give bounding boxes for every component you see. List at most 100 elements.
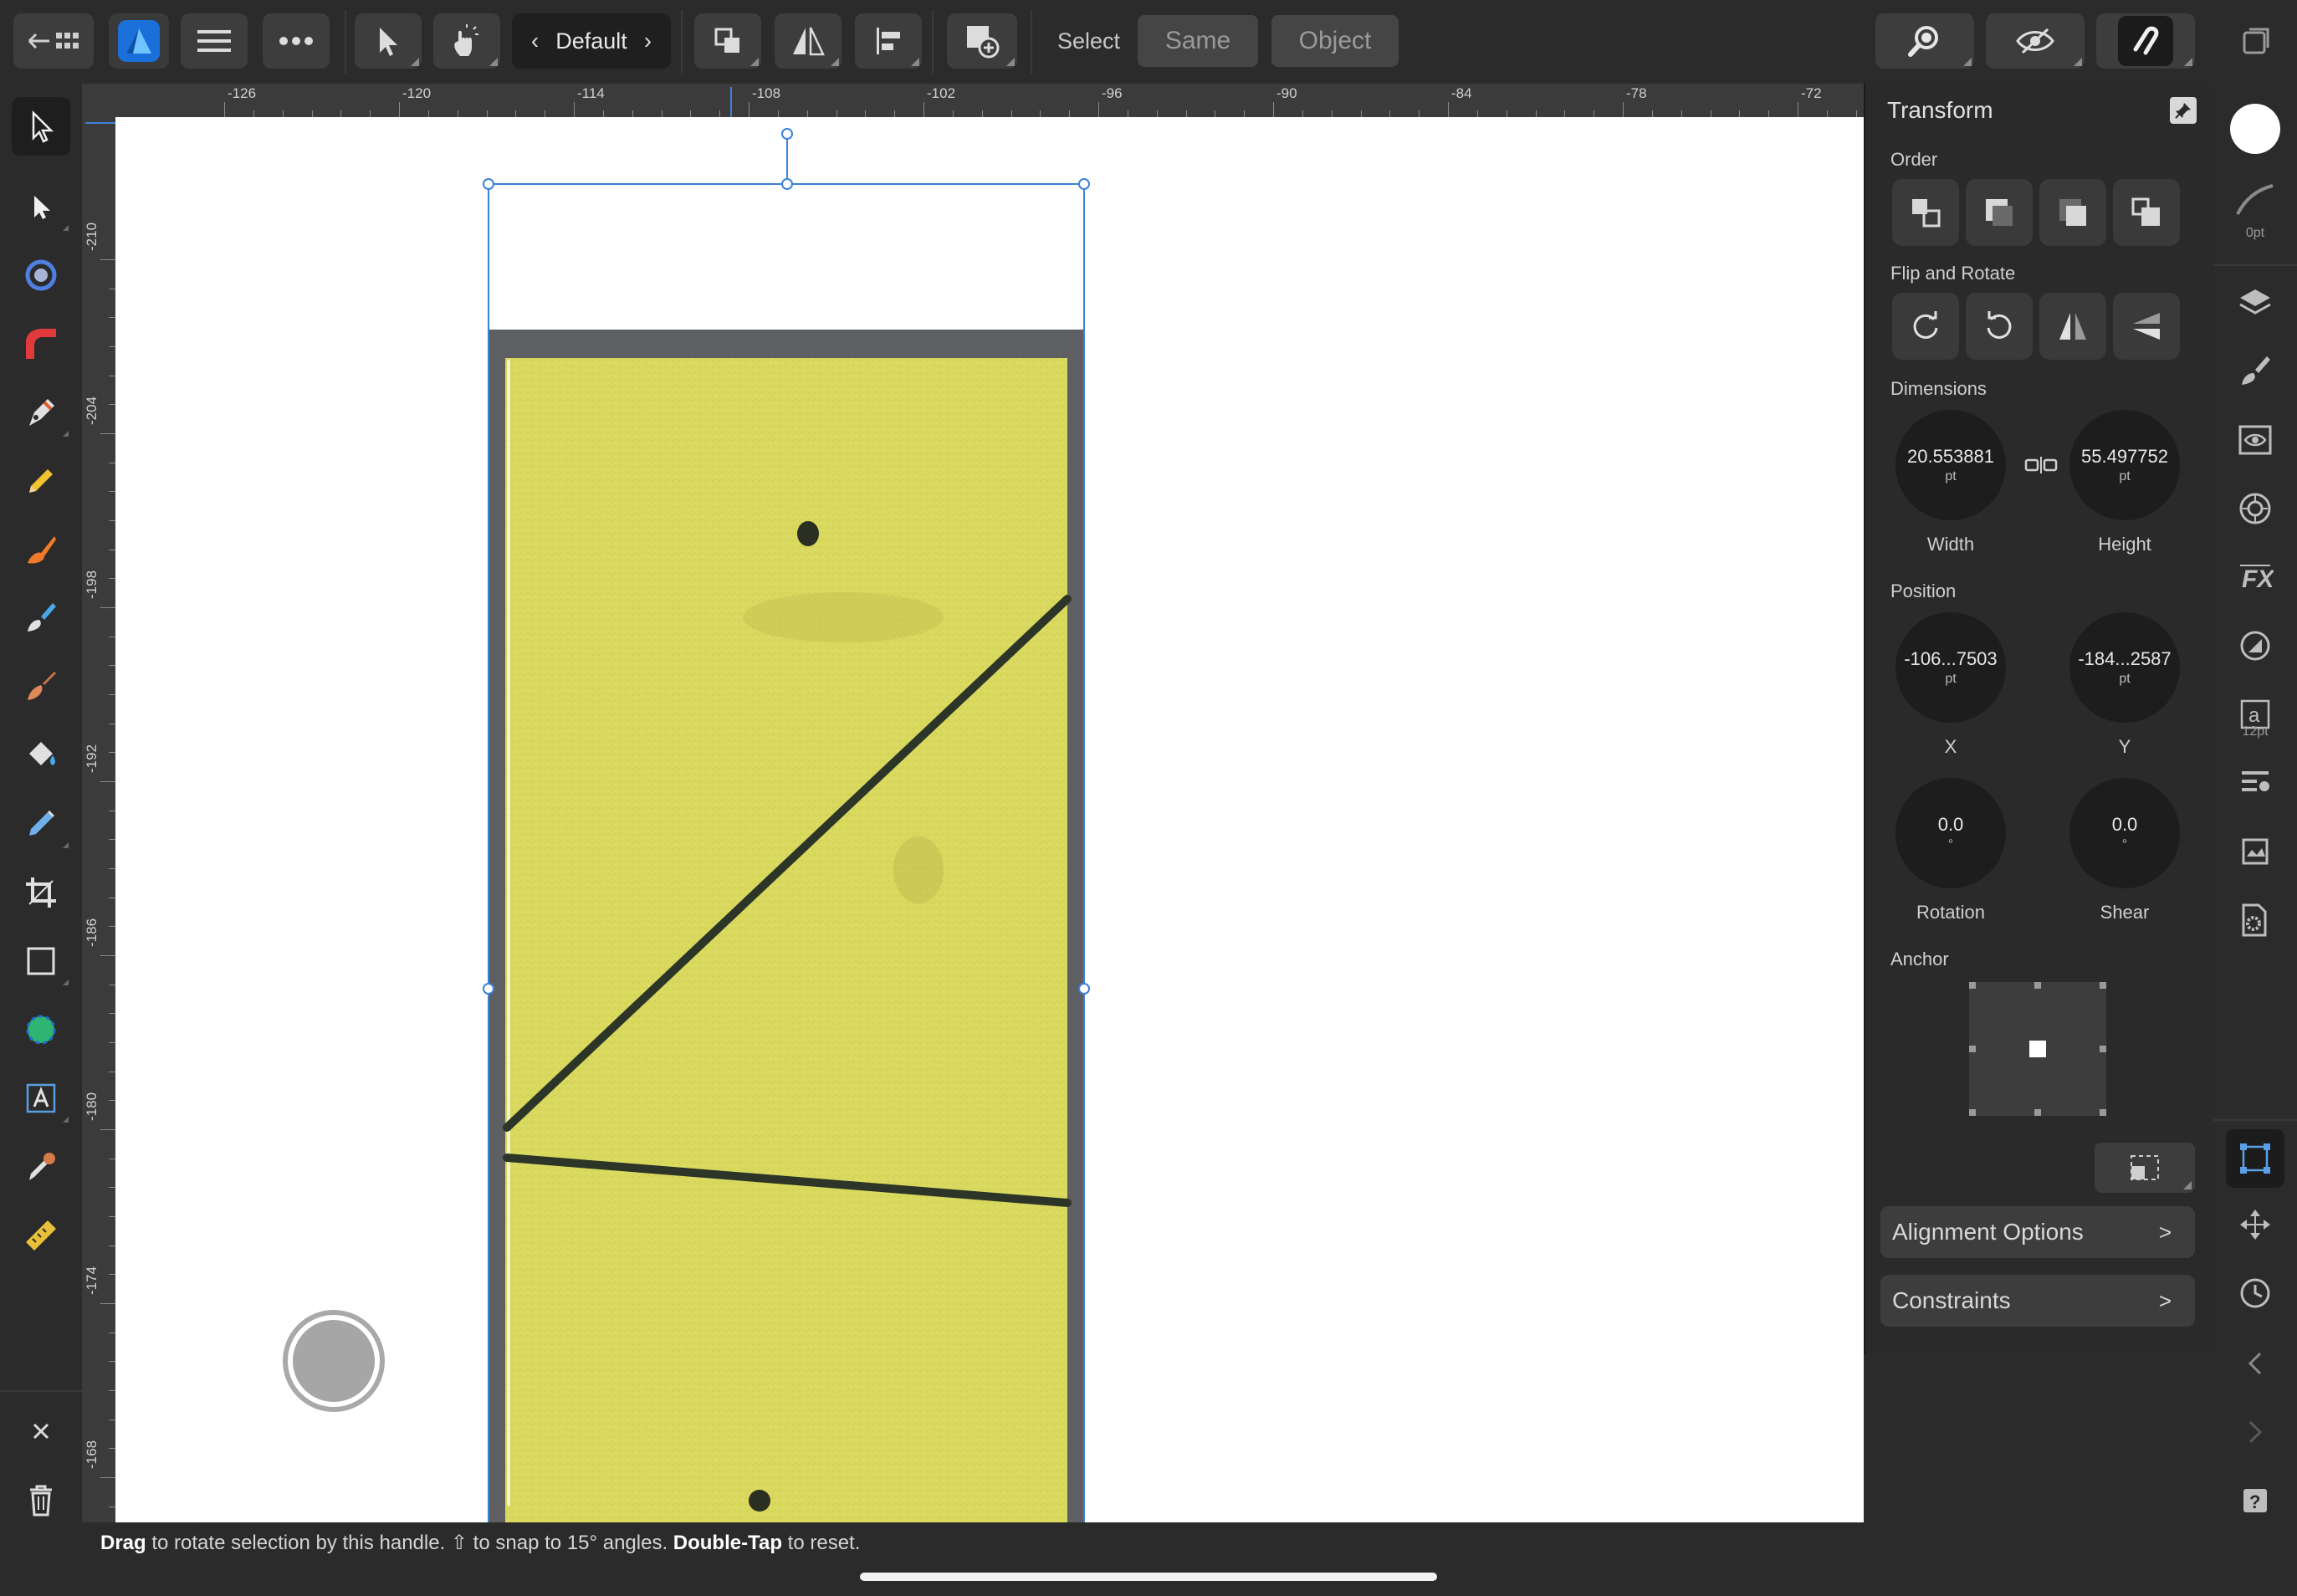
view-mode-button[interactable]: [1986, 13, 2085, 69]
transform-object-toggle[interactable]: [2095, 1143, 2195, 1193]
crop-icon: [26, 877, 56, 908]
touch-gesture-button[interactable]: [433, 13, 500, 69]
select-object-button[interactable]: Object: [1271, 15, 1399, 67]
rotate-handle[interactable]: [781, 128, 793, 140]
move-back-one-button[interactable]: [1966, 179, 2033, 246]
chevron-right-icon[interactable]: ›: [644, 28, 652, 54]
move-to-front-button[interactable]: [2113, 179, 2180, 246]
ruler-h-label: -90: [1276, 85, 1297, 101]
window-button[interactable]: [2228, 13, 2284, 69]
cancel-button[interactable]: [12, 1402, 70, 1460]
height-dial[interactable]: 55.497752 pt: [2069, 410, 2180, 520]
flip-button[interactable]: [775, 13, 842, 69]
vector-brush-tool[interactable]: [12, 520, 70, 579]
resize-handle-top[interactable]: [781, 178, 793, 190]
select-same-button[interactable]: Same: [1138, 15, 1258, 67]
order-label: Order: [1890, 149, 1938, 170]
move-forward-one-button[interactable]: [2039, 179, 2106, 246]
arrange-button[interactable]: [694, 13, 761, 69]
home-indicator[interactable]: [860, 1573, 1437, 1581]
fill-color-swatch[interactable]: [2230, 104, 2280, 154]
transform-studio-button[interactable]: [2226, 1129, 2284, 1188]
crop-tool[interactable]: [12, 863, 70, 922]
move-to-back-button[interactable]: [1892, 179, 1959, 246]
ruler-h-tick: [515, 110, 517, 117]
align-left-icon: [877, 28, 900, 54]
stock-studio-button[interactable]: [2230, 826, 2280, 877]
menu-button[interactable]: [181, 13, 248, 69]
measure-tool[interactable]: [12, 1206, 70, 1265]
effects-studio-button[interactable]: FX: [2230, 552, 2280, 602]
width-dial[interactable]: 20.553881 pt: [1895, 410, 2006, 520]
corner-tool[interactable]: [12, 315, 70, 373]
resize-handle-top-right[interactable]: [1078, 178, 1090, 190]
color-picker-tool[interactable]: [12, 1138, 70, 1196]
link-dimensions-toggle[interactable]: [2024, 455, 2058, 479]
resize-handle-left[interactable]: [483, 983, 494, 995]
pen-tool[interactable]: [12, 383, 70, 442]
text-tool[interactable]: [12, 1069, 70, 1128]
persona-selector[interactable]: ‹ Default ›: [512, 13, 671, 69]
rotate-counterclockwise-button[interactable]: [1966, 293, 2033, 360]
flip-horizontal-button[interactable]: [2039, 293, 2106, 360]
ruler-h-tick: [632, 110, 633, 117]
modifier-button[interactable]: [283, 1310, 385, 1412]
transparency-tool[interactable]: [12, 795, 70, 853]
resize-handle-right[interactable]: [1078, 983, 1090, 995]
history-studio-button[interactable]: [2230, 1268, 2280, 1318]
separator: [932, 10, 934, 74]
rectangle-tool[interactable]: [12, 932, 70, 990]
resize-handle-top-left[interactable]: [483, 178, 494, 190]
color-studio-button[interactable]: [2230, 483, 2280, 534]
rotation-dial[interactable]: 0.0 °: [1895, 778, 2006, 888]
vertical-ruler[interactable]: -210 -204 -198 -192 -186 -180 -174 -168: [82, 117, 115, 1522]
shear-dial[interactable]: 0.0 °: [2069, 778, 2180, 888]
align-button[interactable]: [855, 13, 922, 69]
insert-button[interactable]: [947, 13, 1017, 69]
rotate-clockwise-button[interactable]: [1892, 293, 1959, 360]
appearance-studio-button[interactable]: [2230, 415, 2280, 465]
alignment-options-row[interactable]: Alignment Options >: [1880, 1206, 2195, 1258]
constraints-row[interactable]: Constraints >: [1880, 1275, 2195, 1327]
rotation-label: Rotation: [1916, 902, 1985, 923]
app-logo-button[interactable]: [109, 13, 169, 69]
ruler-v-tick: [109, 1100, 115, 1102]
redo-button[interactable]: [2230, 1407, 2280, 1457]
flip-vertical-button[interactable]: [2113, 293, 2180, 360]
more-button[interactable]: [263, 13, 330, 69]
brush-tool[interactable]: [12, 657, 70, 716]
pencil-tool[interactable]: [12, 452, 70, 510]
x-position-dial[interactable]: -106...7503 pt: [1895, 612, 2006, 723]
shape-builder-tool[interactable]: [12, 1000, 70, 1059]
point-transform-tool[interactable]: [12, 246, 70, 304]
anchor-selector[interactable]: [1969, 982, 2106, 1116]
node-tool[interactable]: [12, 177, 70, 236]
fill-tool[interactable]: [12, 726, 70, 785]
placed-photo[interactable]: [489, 330, 1084, 1522]
brushes-studio-button[interactable]: [2230, 346, 2280, 396]
pin-panel-button[interactable]: [2170, 97, 2197, 124]
ruler-h-tick: [894, 110, 896, 117]
zoom-button[interactable]: [1875, 13, 1974, 69]
help-button[interactable]: ?: [2230, 1476, 2280, 1526]
x-unit: pt: [1945, 672, 1957, 686]
document-canvas[interactable]: [115, 117, 1864, 1522]
delete-button[interactable]: [12, 1471, 70, 1529]
stroke-button[interactable]: [2230, 174, 2280, 224]
ruler-h-tick: [1302, 110, 1303, 117]
navigator-studio-button[interactable]: [2230, 1200, 2280, 1250]
y-position-dial[interactable]: -184...2587 pt: [2069, 612, 2180, 723]
undo-button[interactable]: [2230, 1338, 2280, 1389]
move-tool[interactable]: [12, 97, 70, 156]
back-grid-button[interactable]: [13, 13, 94, 69]
layers-studio-button[interactable]: [2230, 278, 2280, 328]
horizontal-ruler[interactable]: -126 -120 -114 -108 -102 -96 -90 -84 -78 -72: [82, 84, 1864, 117]
paragraph-studio-button[interactable]: [2230, 758, 2280, 808]
chevron-left-icon[interactable]: ‹: [531, 28, 539, 54]
move-tool-button[interactable]: [355, 13, 422, 69]
pixel-brush-tool[interactable]: [12, 589, 70, 647]
transparency-studio-button[interactable]: [2230, 621, 2280, 671]
document-settings-button[interactable]: [2230, 895, 2280, 945]
snapping-button[interactable]: [2096, 13, 2195, 69]
ruler-v-tick: [109, 1187, 115, 1189]
